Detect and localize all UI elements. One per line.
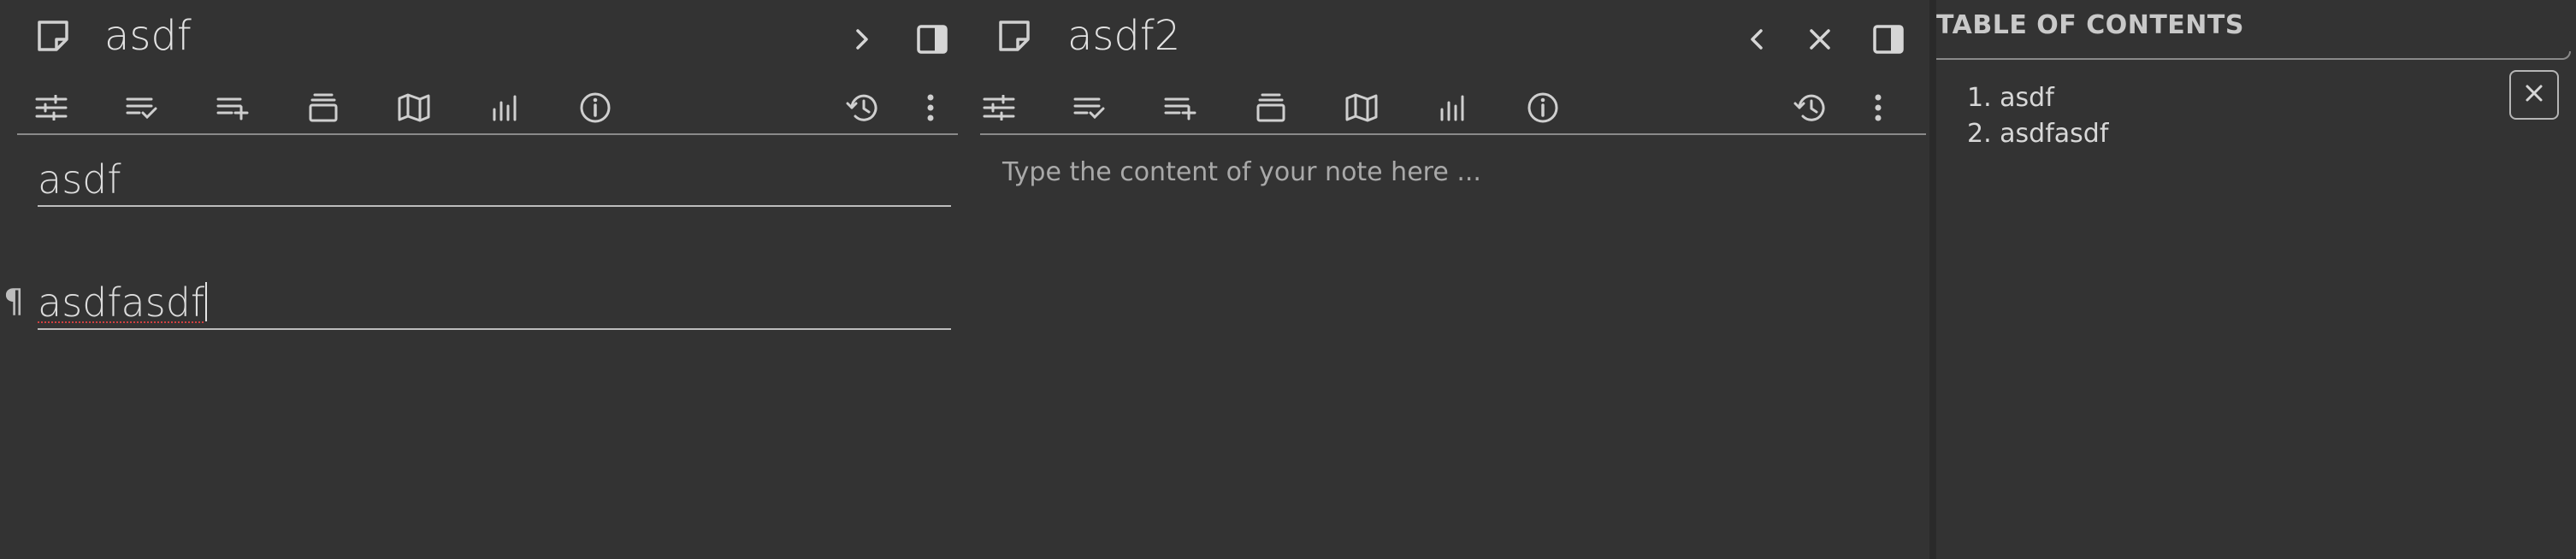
options-icon[interactable] [980,89,1018,127]
close-split-icon[interactable] [1801,21,1839,58]
stats-icon[interactable] [1433,89,1471,127]
info-icon[interactable] [576,89,614,127]
checklist-icon[interactable] [123,89,161,127]
map-icon[interactable] [1343,89,1380,127]
toc-sidebar: TABLE OF CONTENTS 1. asdf 2. asdfasdf [1936,0,2576,559]
app-window: asdf asdf ¶ asdfasdf asdf2 Type the cont… [0,0,2576,559]
checklist-icon[interactable] [1071,89,1108,127]
note-title-row: asdf2 [975,0,1936,74]
toc-list: 1. asdf 2. asdfasdf [1967,80,2108,152]
note-heading-active[interactable]: asdfasdf [38,275,208,330]
heading-underline [38,205,951,207]
history-icon[interactable] [1791,89,1829,127]
note-icon [996,17,1033,55]
add-list-icon[interactable] [1161,89,1199,127]
text-caret [205,282,208,321]
more-vert-icon[interactable] [912,89,949,127]
more-vert-icon[interactable] [1859,89,1897,127]
heading-text-misspelled: asdfasdf [38,280,205,326]
ribbon-divider [17,133,958,135]
chevron-left-icon[interactable] [1738,21,1775,58]
split-gutter[interactable] [1929,0,1936,559]
paragraph-mark-icon[interactable]: ¶ [3,282,24,320]
ribbon-toolbar [978,82,1919,133]
toc-item[interactable]: 2. asdfasdf [1967,116,2108,152]
note-title-row: asdf [0,0,975,74]
history-icon[interactable] [843,89,881,127]
ribbon-divider [980,133,1926,135]
note-heading[interactable]: asdf [38,152,121,207]
toc-title-underline [1936,51,2571,60]
toc-close-button[interactable] [2509,70,2559,120]
toc-item[interactable]: 1. asdf [1967,80,2108,116]
note-split-left: asdf asdf ¶ asdfasdf [0,0,975,559]
options-icon[interactable] [32,89,70,127]
info-icon[interactable] [1524,89,1562,127]
toggle-right-pane-icon[interactable] [913,21,951,58]
note-title[interactable]: asdf2 [1067,9,1180,63]
note-content-editor[interactable]: Type the content of your note here ... [1002,157,1481,187]
ribbon-toolbar [17,82,958,133]
map-icon[interactable] [395,89,433,127]
close-icon [2524,83,2544,107]
toc-title: TABLE OF CONTENTS [1936,10,2244,40]
heading-underline [38,328,951,330]
note-split-right: asdf2 Type the content of your note here… [975,0,1936,559]
note-icon [34,17,72,55]
toggle-right-pane-icon[interactable] [1870,21,1907,58]
collapse-icon[interactable] [1252,89,1290,127]
chevron-right-icon[interactable] [843,21,881,58]
add-list-icon[interactable] [214,89,251,127]
note-title[interactable]: asdf [104,9,192,63]
stats-icon[interactable] [486,89,523,127]
collapse-icon[interactable] [304,89,342,127]
